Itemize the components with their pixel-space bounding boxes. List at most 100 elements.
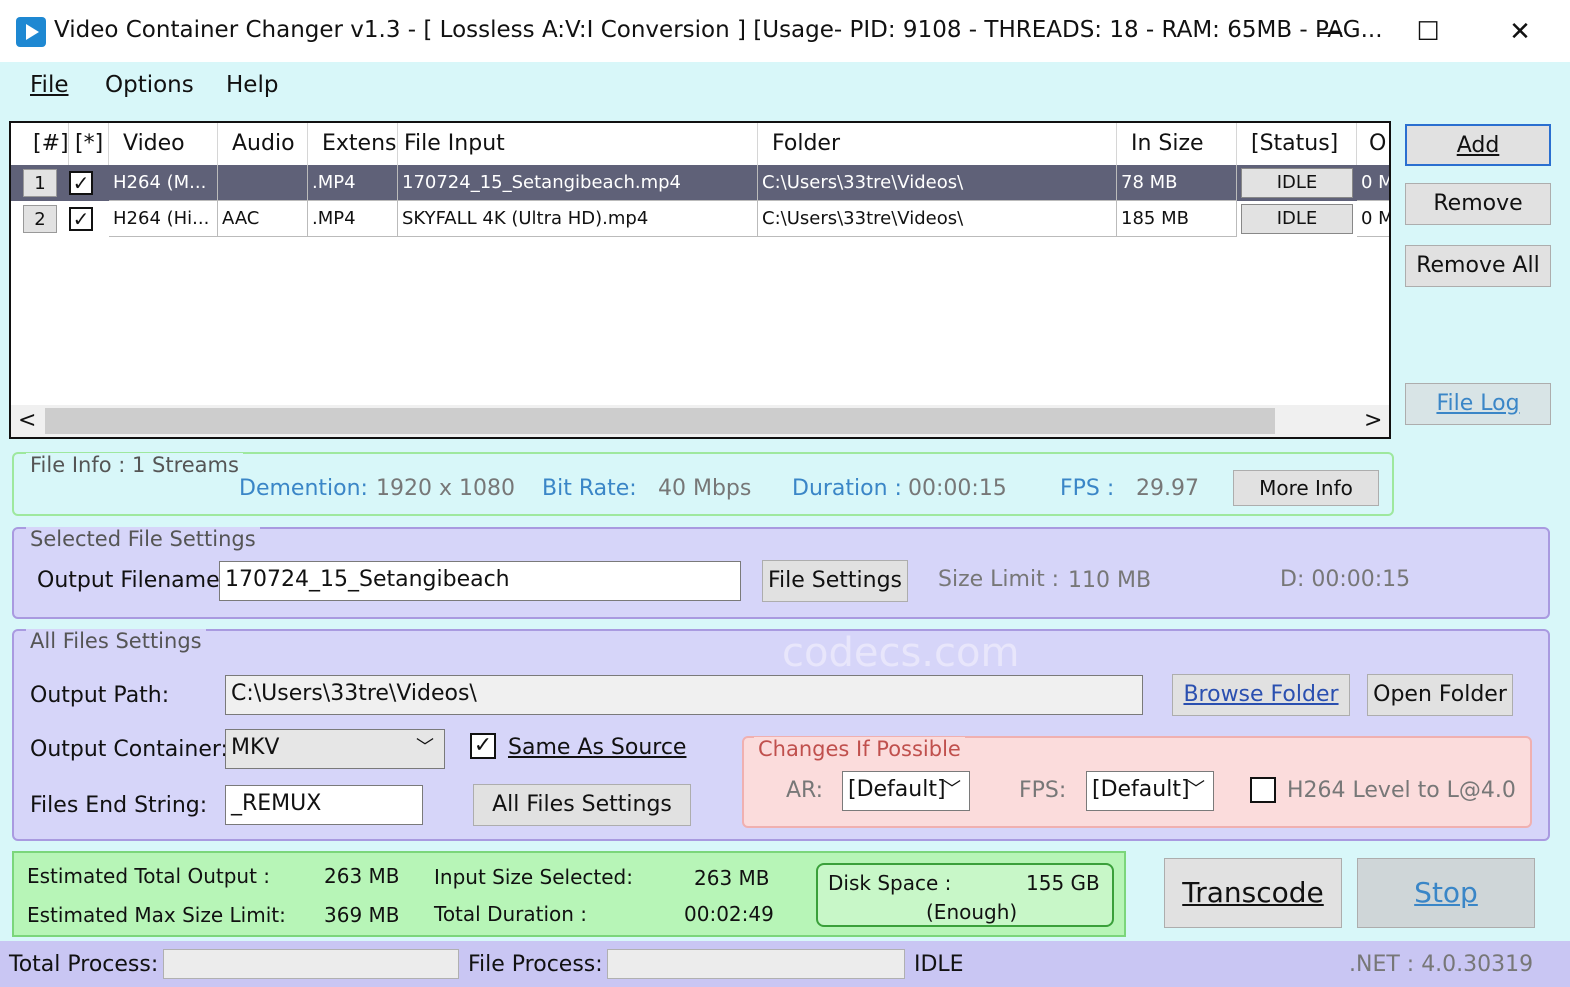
table-row[interactable]: 1 ✓ H264 (M... .MP4 170724_15_Setangibea… bbox=[11, 165, 1389, 201]
more-info-button[interactable]: More Info bbox=[1233, 470, 1379, 506]
output-path-field[interactable]: C:\Users\33tre\Videos\ bbox=[225, 675, 1143, 715]
duration-value: 00:00:15 bbox=[908, 476, 1007, 501]
files-end-string-label: Files End String: bbox=[30, 793, 208, 818]
table-row[interactable]: 2 ✓ H264 (Hi... AAC .MP4 SKYFALL 4K (Ult… bbox=[11, 201, 1389, 237]
window-title: Video Container Changer v1.3 - [ Lossles… bbox=[54, 17, 1383, 43]
all-files-settings-button[interactable]: All Files Settings bbox=[473, 784, 691, 826]
row-in-size: 78 MB bbox=[1117, 165, 1237, 201]
row-checkbox[interactable]: ✓ bbox=[69, 207, 93, 231]
fps-select-value: [Default] bbox=[1092, 777, 1190, 802]
row-number: 2 bbox=[23, 205, 57, 233]
col-header-extension[interactable]: Extensic bbox=[308, 123, 398, 165]
file-process-bar bbox=[607, 949, 905, 979]
est-total-output-label: Estimated Total Output : bbox=[27, 864, 271, 888]
close-button[interactable]: ✕ bbox=[1490, 12, 1550, 52]
transcode-button[interactable]: Transcode bbox=[1164, 858, 1342, 928]
total-duration-label: Total Duration : bbox=[434, 902, 588, 926]
input-size-selected-label: Input Size Selected: bbox=[434, 865, 633, 889]
file-process-label: File Process: bbox=[468, 952, 603, 977]
chevron-down-icon: ﹀ bbox=[1187, 779, 1205, 800]
input-size-selected-value: 263 MB bbox=[694, 866, 770, 890]
total-process-label: Total Process: bbox=[9, 952, 159, 977]
total-process-bar bbox=[163, 949, 459, 979]
container-value: MKV bbox=[231, 735, 280, 760]
watermark: codecs.com bbox=[782, 630, 1020, 676]
fps-select[interactable]: [Default] ﹀ bbox=[1086, 771, 1214, 811]
ar-label: AR: bbox=[786, 778, 824, 803]
menu-help[interactable]: Help bbox=[226, 72, 278, 98]
same-as-source-label[interactable]: Same As Source bbox=[508, 735, 686, 760]
file-settings-button[interactable]: File Settings bbox=[762, 560, 908, 602]
row-output: 0 M bbox=[1357, 201, 1389, 237]
file-grid[interactable]: [#] [*] Video Audio Extensic File Input … bbox=[9, 121, 1391, 439]
row-file-input: SKYFALL 4K (Ultra HD).mp4 bbox=[398, 201, 758, 237]
col-header-audio[interactable]: Audio bbox=[218, 123, 308, 165]
remove-all-button[interactable]: Remove All bbox=[1405, 245, 1551, 287]
app-icon bbox=[16, 17, 46, 47]
scrollbar-thumb[interactable] bbox=[45, 408, 1275, 434]
col-header-file-input[interactable]: File Input bbox=[398, 123, 758, 165]
output-path-label: Output Path: bbox=[30, 683, 170, 708]
est-max-size-label: Estimated Max Size Limit: bbox=[27, 903, 286, 927]
file-log-button[interactable]: File Log bbox=[1405, 383, 1551, 425]
remove-button[interactable]: Remove bbox=[1405, 183, 1551, 225]
row-checkbox[interactable]: ✓ bbox=[69, 171, 93, 195]
process-state: IDLE bbox=[914, 952, 964, 977]
row-status: IDLE bbox=[1241, 204, 1353, 234]
row-status: IDLE bbox=[1241, 168, 1353, 198]
same-as-source-checkbox[interactable]: ✓ bbox=[470, 733, 496, 759]
fps-value: 29.97 bbox=[1136, 476, 1199, 501]
ar-select[interactable]: [Default] ﹀ bbox=[842, 771, 970, 811]
row-audio: AAC bbox=[218, 201, 308, 237]
dimension-label: Demention: bbox=[239, 476, 368, 501]
chevron-down-icon: ﹀ bbox=[943, 779, 961, 800]
col-header-in-size[interactable]: In Size bbox=[1117, 123, 1237, 165]
col-header-status[interactable]: [Status] bbox=[1237, 123, 1357, 165]
row-extension: .MP4 bbox=[308, 165, 398, 201]
open-folder-button[interactable]: Open Folder bbox=[1367, 674, 1513, 716]
menu-options[interactable]: Options bbox=[105, 72, 194, 98]
est-total-output-value: 263 MB bbox=[324, 864, 400, 888]
fps-change-label: FPS: bbox=[1019, 778, 1067, 803]
est-max-size-value: 369 MB bbox=[324, 903, 400, 927]
h264-level-label[interactable]: H264 Level to L@4.0 bbox=[1287, 778, 1516, 803]
output-container-label: Output Container: bbox=[30, 737, 228, 762]
row-video: H264 (Hi... bbox=[109, 201, 218, 237]
h264-level-checkbox[interactable] bbox=[1250, 777, 1276, 803]
menu-file[interactable]: File bbox=[30, 72, 69, 98]
col-header-check[interactable]: [*] bbox=[69, 123, 109, 165]
col-header-output[interactable]: O bbox=[1357, 123, 1389, 165]
add-button[interactable]: Add bbox=[1405, 124, 1551, 166]
scroll-left-icon[interactable]: < bbox=[18, 408, 36, 433]
bitrate-value: 40 Mbps bbox=[658, 476, 752, 501]
disk-space-value: 155 GB bbox=[1026, 871, 1100, 895]
fps-label: FPS : bbox=[1060, 476, 1115, 501]
browse-folder-button[interactable]: Browse Folder bbox=[1172, 674, 1350, 716]
disk-space-status: (Enough) bbox=[926, 900, 1018, 924]
col-header-num[interactable]: [#] bbox=[11, 123, 69, 165]
row-video: H264 (M... bbox=[109, 165, 218, 201]
output-filename-input[interactable]: 170724_15_Setangibeach bbox=[219, 561, 741, 601]
duration-label: Duration : bbox=[792, 476, 902, 501]
row-folder: C:\Users\33tre\Videos\ bbox=[758, 165, 1117, 201]
dimension-value: 1920 x 1080 bbox=[376, 476, 515, 501]
size-limit-value: 110 MB bbox=[1068, 568, 1152, 593]
files-end-string-input[interactable]: _REMUX bbox=[225, 785, 423, 825]
stop-button[interactable]: Stop bbox=[1357, 858, 1535, 928]
row-folder: C:\Users\33tre\Videos\ bbox=[758, 201, 1117, 237]
size-limit-label: Size Limit : bbox=[938, 567, 1060, 592]
output-filename-label: Output Filename: bbox=[37, 568, 228, 593]
col-header-folder[interactable]: Folder bbox=[758, 123, 1117, 165]
maximize-button[interactable]: ☐ bbox=[1398, 12, 1458, 52]
output-container-select[interactable]: MKV ﹀ bbox=[225, 729, 445, 769]
row-number: 1 bbox=[23, 169, 57, 197]
col-header-video[interactable]: Video bbox=[109, 123, 218, 165]
row-output: 0 M bbox=[1357, 165, 1389, 201]
file-info-legend: File Info : 1 Streams bbox=[26, 453, 243, 477]
chevron-down-icon: ﹀ bbox=[416, 737, 434, 758]
scroll-right-icon[interactable]: > bbox=[1364, 408, 1382, 433]
minimize-button[interactable]: — bbox=[1300, 12, 1360, 52]
total-duration-value: 00:02:49 bbox=[684, 902, 774, 926]
bitrate-label: Bit Rate: bbox=[542, 476, 637, 501]
row-file-input: 170724_15_Setangibeach.mp4 bbox=[398, 165, 758, 201]
